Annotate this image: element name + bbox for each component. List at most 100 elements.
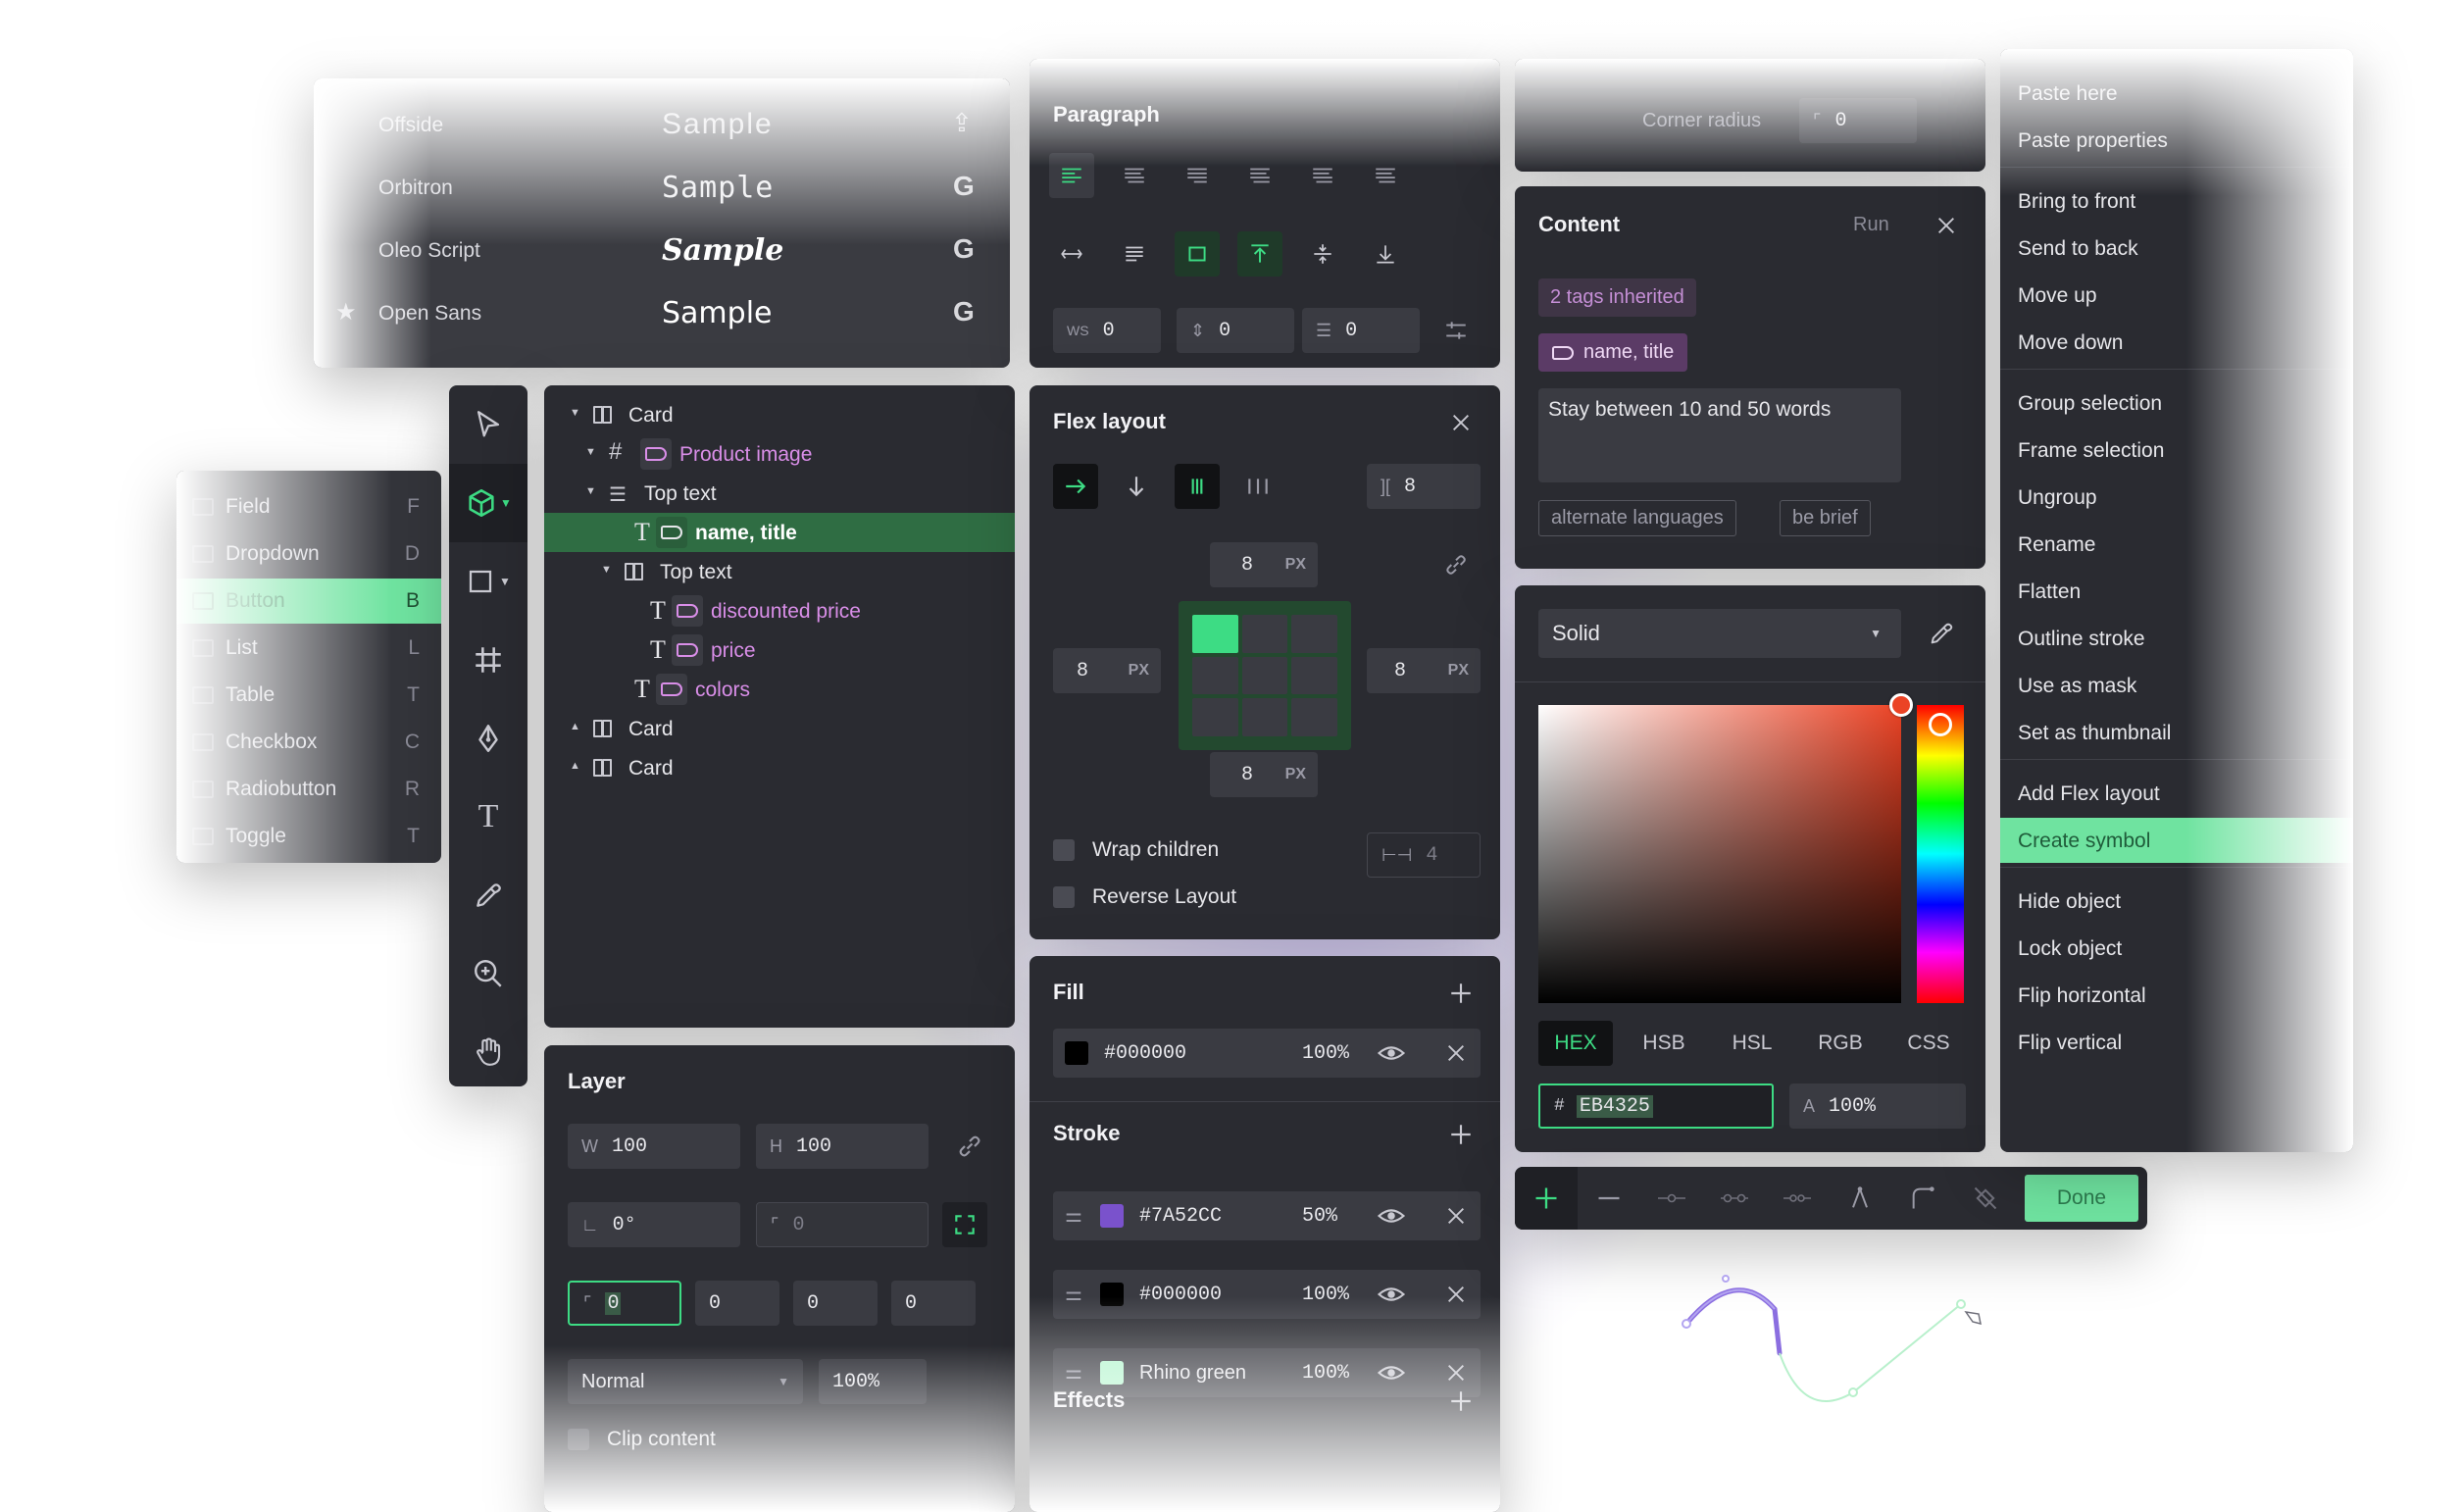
layer-row[interactable]: ▼ Top text bbox=[544, 552, 1015, 591]
context-menu-item[interactable]: Outline stroke bbox=[2000, 616, 2353, 661]
layer-row[interactable]: Tdiscounted price bbox=[544, 591, 1015, 630]
font-row[interactable]: ★ Open Sans Sample G bbox=[314, 284, 1010, 347]
radius-top-right-input[interactable]: 0 bbox=[695, 1281, 779, 1326]
layer-row[interactable]: Tname, title bbox=[544, 513, 1015, 552]
straight-point-button[interactable] bbox=[1640, 1167, 1703, 1230]
alignment-cell[interactable] bbox=[1192, 698, 1238, 736]
component-item[interactable]: List L bbox=[176, 626, 441, 671]
add-point-button[interactable] bbox=[1515, 1167, 1578, 1230]
hand-tool[interactable] bbox=[449, 1013, 527, 1086]
expand-caret-icon[interactable]: ▼ bbox=[570, 407, 580, 419]
context-menu-item[interactable]: Ungroup bbox=[2000, 475, 2353, 520]
color-swatch[interactable] bbox=[1100, 1283, 1124, 1306]
component-item[interactable]: Field F bbox=[176, 484, 441, 529]
remove-paint-button[interactable] bbox=[1445, 1284, 1467, 1310]
align-middle-button[interactable] bbox=[1300, 231, 1345, 277]
align-right-button[interactable] bbox=[1175, 153, 1220, 198]
layer-row[interactable]: ▼ # Product image bbox=[544, 434, 1015, 474]
context-menu-item[interactable]: Lock object bbox=[2000, 926, 2353, 971]
height-input[interactable]: H 100 bbox=[756, 1124, 929, 1169]
inherited-tags-badge[interactable]: 2 tags inherited bbox=[1538, 278, 1696, 317]
color-swatch[interactable] bbox=[1100, 1204, 1124, 1228]
close-content-button[interactable] bbox=[1927, 206, 1966, 245]
padding-bottom-input[interactable]: 8 PX bbox=[1210, 752, 1318, 797]
color-swatch[interactable] bbox=[1065, 1041, 1088, 1065]
visibility-toggle[interactable] bbox=[1377, 1201, 1406, 1235]
component-tool[interactable]: ▼ bbox=[449, 464, 527, 542]
context-menu-item[interactable]: Create symbol bbox=[2000, 818, 2353, 863]
hue-handle[interactable] bbox=[1929, 713, 1952, 736]
line-height-input[interactable]: ⇕ 0 bbox=[1177, 308, 1294, 353]
layer-row[interactable]: Tprice bbox=[544, 630, 1015, 670]
chip-be-brief[interactable]: be brief bbox=[1780, 500, 1871, 536]
link-padding-button[interactable] bbox=[1431, 542, 1481, 587]
layer-row[interactable]: ▼ ☰ Top text bbox=[544, 474, 1015, 513]
wrap-children-checkbox[interactable]: Wrap children bbox=[1053, 838, 1219, 862]
alignment-grid[interactable] bbox=[1179, 601, 1351, 750]
color-value[interactable]: #000000 bbox=[1139, 1284, 1222, 1306]
visibility-toggle[interactable] bbox=[1377, 1280, 1406, 1314]
layer-row[interactable]: ▲ Card bbox=[544, 748, 1015, 787]
component-item[interactable]: Dropdown D bbox=[176, 531, 441, 577]
radius-top-left-input[interactable]: ⌜ 0 bbox=[568, 1281, 681, 1326]
visibility-toggle[interactable] bbox=[1377, 1358, 1406, 1392]
alignment-cell[interactable] bbox=[1291, 615, 1337, 653]
rectangle-tool[interactable]: ▼ bbox=[449, 542, 527, 621]
frame-tool[interactable] bbox=[449, 621, 527, 699]
align-bottom-button[interactable] bbox=[1363, 231, 1408, 277]
context-menu-item[interactable]: Move up bbox=[2000, 273, 2353, 318]
radius-bottom-right-input[interactable]: 0 bbox=[793, 1281, 878, 1326]
zoom-tool[interactable] bbox=[449, 934, 527, 1013]
component-item[interactable]: Checkbox C bbox=[176, 720, 441, 765]
context-menu-item[interactable]: Frame selection bbox=[2000, 428, 2353, 473]
blend-mode-select[interactable]: Normal ▼ bbox=[568, 1359, 803, 1404]
add-effect-button[interactable] bbox=[1441, 1382, 1481, 1421]
mirrored-point-button[interactable] bbox=[1703, 1167, 1766, 1230]
close-flex-button[interactable] bbox=[1441, 403, 1481, 442]
width-input[interactable]: W 100 bbox=[568, 1124, 740, 1169]
auto-width-button[interactable] bbox=[1049, 231, 1094, 277]
component-item[interactable]: Radiobutton R bbox=[176, 767, 441, 812]
opacity-value[interactable]: 100% bbox=[1302, 1362, 1349, 1385]
context-menu-item[interactable]: Bring to front bbox=[2000, 178, 2353, 224]
wrap-gap-input[interactable]: ⊢⊣ 4 bbox=[1367, 832, 1481, 878]
gap-input[interactable]: ][8 bbox=[1367, 464, 1481, 509]
context-menu-item[interactable]: Use as mask bbox=[2000, 663, 2353, 708]
direction-row-button[interactable] bbox=[1053, 464, 1098, 509]
context-menu-item[interactable]: Rename bbox=[2000, 522, 2353, 567]
direction-column-button[interactable] bbox=[1114, 464, 1159, 509]
alignment-cell[interactable] bbox=[1192, 656, 1238, 695]
context-menu-item[interactable]: Group selection bbox=[2000, 380, 2353, 426]
select-tool[interactable] bbox=[449, 385, 527, 464]
bend-path-button[interactable] bbox=[1891, 1167, 1954, 1230]
add-fill-button[interactable] bbox=[1441, 974, 1481, 1013]
corner-radius-input[interactable]: ⌜ 0 bbox=[1799, 98, 1917, 143]
link-dimensions-button[interactable] bbox=[940, 1124, 999, 1169]
paint-mode-select[interactable]: Solid ▼ bbox=[1538, 609, 1901, 658]
alpha-input[interactable]: A 100% bbox=[1789, 1084, 1966, 1129]
justify-center-button[interactable] bbox=[1300, 153, 1345, 198]
color-value[interactable]: #7A52CC bbox=[1139, 1205, 1222, 1228]
hue-slider[interactable] bbox=[1917, 705, 1964, 1003]
font-row[interactable]: Offside Sample ⇪ bbox=[314, 96, 1010, 159]
add-stroke-button[interactable] bbox=[1441, 1115, 1481, 1154]
paragraph-spacing-input[interactable]: ☰ 0 bbox=[1302, 308, 1420, 353]
disconnected-point-button[interactable] bbox=[1766, 1167, 1829, 1230]
alignment-cell[interactable] bbox=[1192, 615, 1238, 653]
opacity-value[interactable]: 100% bbox=[1302, 1284, 1349, 1306]
done-button[interactable]: Done bbox=[2025, 1175, 2138, 1222]
opacity-value[interactable]: 100% bbox=[1302, 1042, 1349, 1065]
font-row[interactable]: Oleo Script Sample G bbox=[314, 222, 1010, 284]
justify-all-button[interactable] bbox=[1363, 153, 1408, 198]
color-value[interactable]: #000000 bbox=[1104, 1042, 1186, 1065]
run-button[interactable]: Run bbox=[1853, 214, 1889, 236]
context-menu-item[interactable]: Flip horizontal bbox=[2000, 973, 2353, 1018]
expand-caret-icon[interactable]: ▼ bbox=[585, 485, 596, 497]
padding-right-input[interactable]: 8 PX bbox=[1367, 648, 1481, 693]
context-menu-item[interactable]: Move down bbox=[2000, 320, 2353, 365]
text-tool[interactable]: T bbox=[449, 778, 527, 856]
context-menu-item[interactable]: Flip vertical bbox=[2000, 1020, 2353, 1065]
distribute-spaced-button[interactable] bbox=[1235, 464, 1281, 509]
color-swatch[interactable] bbox=[1100, 1361, 1124, 1385]
distribute-packed-button[interactable] bbox=[1175, 464, 1220, 509]
